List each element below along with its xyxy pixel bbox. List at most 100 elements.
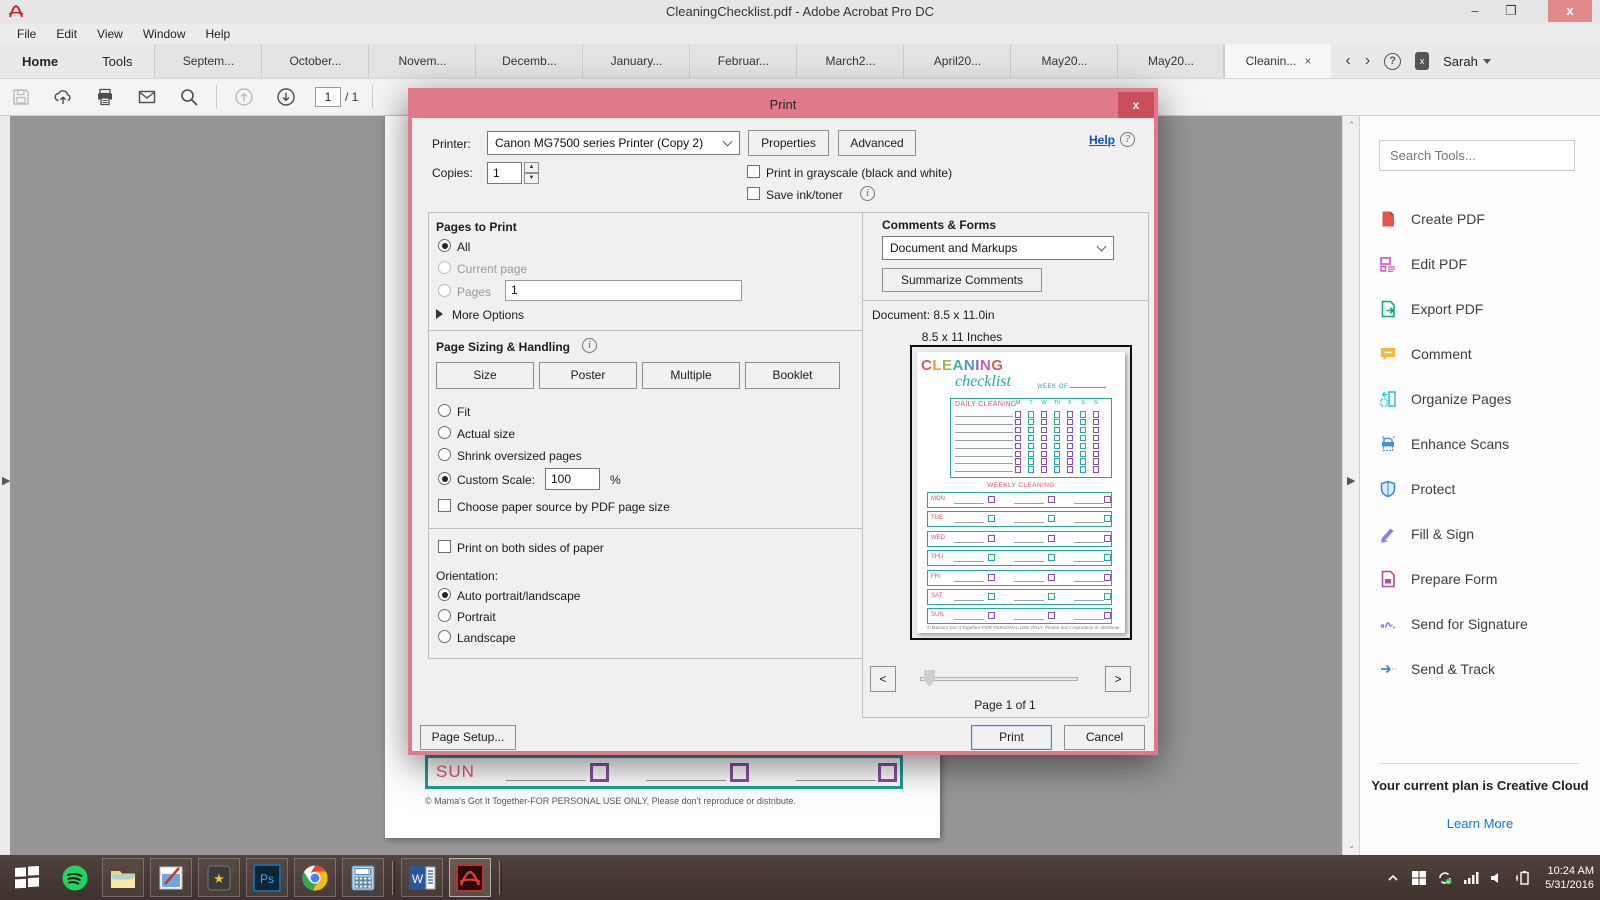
learn-more-link[interactable]: Learn More (1370, 816, 1590, 831)
poster-button[interactable]: Poster (539, 362, 637, 389)
more-options-label[interactable]: More Options (452, 308, 524, 322)
fit-radio[interactable] (438, 404, 451, 417)
scroll-down-icon[interactable]: ⌄ (1343, 840, 1360, 851)
taskbar-acrobat-button[interactable] (449, 858, 491, 897)
restore-button[interactable]: ❐ (1496, 0, 1526, 22)
preview-prev-button[interactable]: < (870, 666, 896, 692)
sidebar-item-fill-sign[interactable]: Fill & Sign (1379, 521, 1589, 547)
tab-doc-1[interactable]: October... (261, 44, 368, 78)
taskbar-word-button[interactable]: W (401, 858, 443, 897)
menu-edit[interactable]: Edit (47, 25, 86, 43)
size-button[interactable]: Size (436, 362, 534, 389)
expand-right-panel-icon[interactable]: ▶ (1347, 474, 1355, 487)
mobile-icon[interactable]: x (1415, 52, 1429, 70)
sidebar-item-enhance-scans[interactable]: Enhance Scans (1379, 431, 1589, 457)
search-tools-input[interactable] (1379, 140, 1575, 171)
help-info-icon[interactable]: ? (1120, 132, 1135, 147)
pages-current-radio[interactable] (438, 261, 451, 274)
custom-scale-input[interactable]: 100 (545, 468, 600, 490)
share-cloud-icon[interactable] (53, 87, 73, 107)
comments-forms-select[interactable]: Document and Markups (882, 236, 1114, 260)
dialog-close-button[interactable]: x (1118, 92, 1154, 118)
sidebar-item-protect[interactable]: Protect (1379, 476, 1589, 502)
sidebar-item-organize-pages[interactable]: Organize Pages (1379, 386, 1589, 412)
tab-doc-6[interactable]: March2... (796, 44, 903, 78)
tab-home[interactable]: Home (0, 44, 80, 78)
tab-tools[interactable]: Tools (80, 44, 154, 78)
next-page-icon[interactable] (276, 87, 296, 107)
more-options-expander-icon[interactable] (436, 309, 443, 319)
tray-clock[interactable]: 10:24 AM 5/31/2016 (1541, 864, 1594, 892)
copies-increment-button[interactable]: ▲ (524, 162, 539, 173)
preview-slider-track[interactable] (920, 677, 1078, 681)
taskbar-star-app-button[interactable]: ★ (198, 858, 240, 897)
sizing-info-icon[interactable]: i (582, 338, 597, 353)
email-icon[interactable] (137, 87, 157, 107)
save-icon[interactable] (11, 87, 31, 107)
scroll-up-icon[interactable]: ⌃ (1343, 120, 1360, 131)
menu-file[interactable]: File (8, 25, 45, 43)
sidebar-item-export-pdf[interactable]: Export PDF (1379, 296, 1589, 322)
taskbar-calculator-button[interactable]: 0 (342, 858, 384, 897)
sync-tray-icon[interactable] (1437, 870, 1453, 886)
windows-tray-icon[interactable] (1411, 870, 1427, 886)
sidebar-item-edit-pdf[interactable]: Edit PDF (1379, 251, 1589, 277)
tab-doc-0[interactable]: Septem... (154, 44, 261, 78)
tab-doc-9[interactable]: May20... (1117, 44, 1224, 78)
summarize-comments-button[interactable]: Summarize Comments (882, 268, 1042, 292)
booklet-button[interactable]: Booklet (745, 362, 840, 389)
sidebar-item-prepare-form[interactable]: Prepare Form (1379, 566, 1589, 592)
tab-doc-4[interactable]: January... (582, 44, 689, 78)
sidebar-item-create-pdf[interactable]: Create PDF (1379, 206, 1589, 232)
copies-decrement-button[interactable]: ▼ (524, 173, 539, 184)
search-icon[interactable] (179, 87, 199, 107)
nav-back-icon[interactable]: ‹ (1345, 52, 1350, 70)
copies-input[interactable]: 1 (487, 162, 522, 184)
auto-orientation-radio[interactable] (438, 588, 451, 601)
page-setup-button[interactable]: Page Setup... (420, 725, 516, 750)
print-button[interactable]: Print (971, 725, 1052, 750)
preview-next-button[interactable]: > (1105, 666, 1131, 692)
user-menu[interactable]: Sarah (1443, 54, 1505, 69)
battery-icon[interactable] (1515, 870, 1531, 886)
pages-range-input[interactable]: 1 (505, 280, 742, 301)
menu-window[interactable]: Window (134, 25, 195, 43)
page-number-input[interactable]: 1 (315, 87, 341, 107)
tab-doc-8[interactable]: May20... (1010, 44, 1117, 78)
volume-icon[interactable] (1489, 870, 1505, 886)
tab-doc-3[interactable]: Decemb... (475, 44, 582, 78)
shrink-radio[interactable] (438, 448, 451, 461)
paper-source-checkbox[interactable] (438, 499, 451, 512)
cancel-button[interactable]: Cancel (1064, 725, 1145, 750)
minimize-button[interactable]: – (1460, 0, 1490, 22)
taskbar-spotify-button[interactable] (54, 858, 96, 897)
help-icon[interactable]: ? (1384, 53, 1401, 70)
help-link[interactable]: Help (1089, 133, 1115, 147)
sidebar-item-comment[interactable]: Comment (1379, 341, 1589, 367)
taskbar-chrome-button[interactable] (294, 858, 336, 897)
nav-forward-icon[interactable]: › (1365, 52, 1370, 70)
network-signal-icon[interactable] (1463, 870, 1479, 886)
sidebar-item-send-track[interactable]: Send & Track (1379, 656, 1589, 682)
taskbar-photoshop-button[interactable]: Ps (246, 858, 288, 897)
pages-all-radio[interactable] (438, 239, 451, 252)
menu-help[interactable]: Help (197, 25, 240, 43)
grayscale-checkbox[interactable] (747, 165, 760, 178)
preview-slider-thumb[interactable] (924, 670, 935, 687)
taskbar-explorer-button[interactable] (102, 858, 144, 897)
taskbar-paint-button[interactable] (150, 858, 192, 897)
multiple-button[interactable]: Multiple (642, 362, 740, 389)
properties-button[interactable]: Properties (748, 130, 829, 156)
previous-page-icon[interactable] (234, 87, 254, 107)
save-ink-checkbox[interactable] (747, 187, 760, 200)
pages-range-radio[interactable] (438, 284, 451, 297)
custom-scale-radio[interactable] (438, 472, 451, 485)
menu-view[interactable]: View (88, 25, 132, 43)
portrait-radio[interactable] (438, 609, 451, 622)
save-ink-info-icon[interactable]: i (860, 186, 875, 201)
taskbar-start-button[interactable] (6, 858, 48, 897)
tray-expand-icon[interactable] (1385, 870, 1401, 886)
tab-close-icon[interactable]: × (1304, 54, 1311, 68)
sidebar-item-send-for-signature[interactable]: Send for Signature (1379, 611, 1589, 637)
close-button[interactable]: x (1548, 0, 1592, 22)
